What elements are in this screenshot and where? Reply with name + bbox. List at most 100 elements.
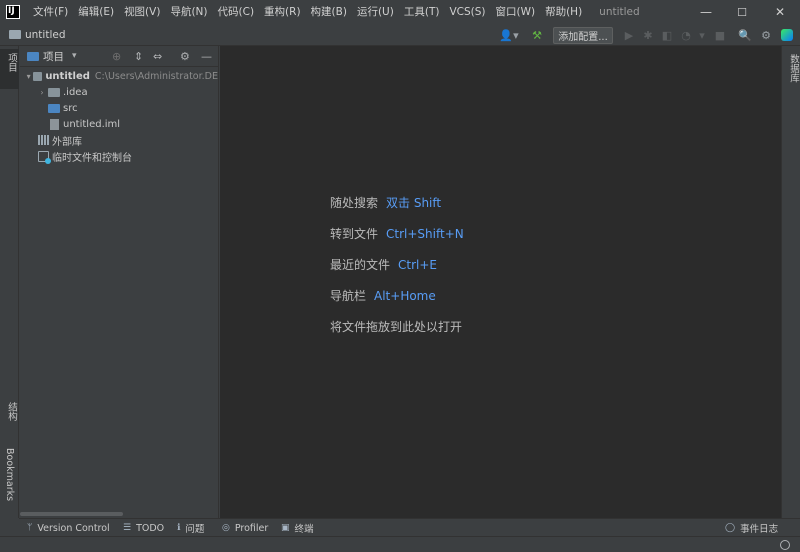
hint-label: 随处搜索	[330, 196, 379, 210]
view-dropdown-icon[interactable]: ▾	[72, 51, 77, 61]
menu-vcs[interactable]: VCS(S)	[444, 0, 490, 24]
stop-icon[interactable]: ■	[713, 24, 727, 46]
event-log-icon: ◯	[725, 523, 736, 533]
more-run-options-icon[interactable]: ▾	[697, 24, 707, 46]
menu-code[interactable]: 代码(C)	[213, 0, 260, 24]
menu-view[interactable]: 视图(V)	[119, 0, 165, 24]
intellij-logo-icon: IJ	[6, 5, 20, 19]
hint-shortcut: Ctrl+Shift+N	[386, 227, 464, 241]
source-folder-icon	[48, 103, 60, 113]
tree-scratches-label: 临时文件和控制台	[52, 152, 132, 164]
bottom-tool-bar: ᛘ Version Control ☰ TODO ℹ 问题 ◎ Profiler…	[19, 518, 800, 536]
settings-icon[interactable]: ⚙	[758, 24, 774, 46]
event-log-label: 事件日志	[740, 524, 779, 535]
menu-file[interactable]: 文件(F)	[28, 0, 73, 24]
left-tool-strip: 项目 结构 Bookmarks	[0, 46, 19, 518]
menu-tools[interactable]: 工具(T)	[399, 0, 445, 24]
maximize-button[interactable]: ☐	[724, 0, 760, 24]
tree-idea-label: .idea	[63, 86, 88, 98]
locate-file-icon[interactable]: ⊕	[112, 46, 121, 67]
tab-bookmarks-label: Bookmarks	[4, 448, 15, 502]
close-button[interactable]: ✕	[762, 0, 798, 24]
tree-item-iml[interactable]: untitled.iml	[20, 116, 218, 132]
iml-file-icon	[50, 118, 59, 130]
version-control-button[interactable]: ᛘ Version Control	[27, 519, 110, 537]
editor-empty-area[interactable]: 随处搜索 双击 Shift 转到文件 Ctrl+Shift+N 最近的文件 Ctrl+…	[220, 46, 781, 518]
hint-navigation-bar: 导航栏 Alt+Home	[330, 287, 436, 304]
tab-bookmarks[interactable]: Bookmarks	[0, 444, 19, 510]
terminal-label: 终端	[294, 524, 314, 535]
profile-icon[interactable]: ◔	[679, 24, 693, 46]
expand-all-icon[interactable]: ⇕	[134, 46, 143, 67]
window-title: untitled	[599, 6, 640, 18]
coverage-icon[interactable]: ◧	[660, 24, 674, 46]
collapse-all-icon[interactable]: ⇔	[153, 46, 162, 67]
tab-project[interactable]: 项目	[0, 49, 19, 89]
menu-build[interactable]: 构建(B)	[306, 0, 352, 24]
tree-src-label: src	[63, 102, 78, 114]
todo-button[interactable]: ☰ TODO	[123, 519, 164, 537]
minimize-button[interactable]: —	[688, 0, 724, 24]
expanded-arrow-icon[interactable]: ▾	[24, 72, 33, 81]
project-tree: ▾ untitled C:\Users\Administrator.DE › .…	[20, 67, 218, 164]
tree-iml-label: untitled.iml	[63, 118, 121, 130]
project-view-icon	[27, 51, 39, 61]
tab-database[interactable]: 数据库	[782, 50, 800, 96]
menu-window[interactable]: 窗口(W)	[491, 0, 541, 24]
tree-item-external-libraries[interactable]: 外部库	[20, 132, 218, 148]
project-panel: 项目 ▾ ⊕ ⇕ ⇔ ⚙ — ▾ untitled C:\Users\Admin…	[20, 46, 219, 518]
info-icon: ℹ	[177, 523, 181, 533]
debug-icon[interactable]: ✱	[641, 24, 655, 46]
hint-label: 转到文件	[330, 227, 379, 241]
folder-icon	[48, 87, 60, 97]
project-folder-icon	[9, 30, 21, 39]
tab-database-label: 数据库	[788, 54, 799, 83]
hide-panel-icon[interactable]: —	[201, 46, 212, 67]
tree-root-path: C:\Users\Administrator.DE	[94, 70, 218, 82]
background-tasks-icon[interactable]	[780, 540, 790, 550]
horizontal-scrollbar[interactable]	[20, 512, 123, 516]
profiler-icon: ◎	[222, 523, 230, 533]
branch-icon: ᛘ	[27, 523, 33, 533]
breadcrumb-project[interactable]: untitled	[25, 29, 66, 41]
tab-structure[interactable]: 结构	[0, 398, 19, 438]
todo-label: TODO	[136, 522, 165, 534]
code-with-me-icon[interactable]	[781, 29, 793, 41]
collapsed-arrow-icon[interactable]: ›	[36, 88, 48, 97]
user-account-icon[interactable]: 👤▾	[497, 24, 521, 46]
tree-item-root[interactable]: ▾ untitled C:\Users\Administrator.DE	[20, 68, 218, 84]
tree-item-idea[interactable]: › .idea	[20, 84, 218, 100]
terminal-icon: ▣	[281, 523, 290, 533]
project-panel-header: 项目 ▾ ⊕ ⇕ ⇔ ⚙ —	[20, 46, 218, 67]
search-everywhere-icon[interactable]: 🔍	[737, 24, 753, 46]
menu-edit[interactable]: 编辑(E)	[73, 0, 119, 24]
hint-shortcut: Ctrl+E	[398, 258, 438, 272]
module-folder-icon	[33, 71, 43, 81]
hint-search-everywhere: 随处搜索 双击 Shift	[330, 194, 441, 211]
hint-shortcut: 双击 Shift	[386, 196, 442, 210]
menu-help[interactable]: 帮助(H)	[540, 0, 587, 24]
profiler-button[interactable]: ◎ Profiler	[222, 519, 268, 537]
library-icon	[38, 135, 49, 145]
right-tool-strip: 数据库	[781, 46, 800, 518]
menu-run[interactable]: 运行(U)	[352, 0, 399, 24]
event-log-button[interactable]: ◯ 事件日志	[725, 519, 778, 537]
hint-label: 最近的文件	[330, 258, 391, 272]
project-panel-title[interactable]: 项目	[43, 49, 64, 64]
problems-button[interactable]: ℹ 问题	[177, 519, 204, 537]
menu-navigate[interactable]: 导航(N)	[165, 0, 212, 24]
menu-refactor[interactable]: 重构(R)	[259, 0, 306, 24]
tree-item-src[interactable]: src	[20, 100, 218, 116]
build-hammer-icon[interactable]: ⚒	[528, 24, 546, 46]
hint-label: 导航栏	[330, 289, 367, 303]
tree-root-label: untitled	[45, 70, 90, 82]
version-control-label: Version Control	[37, 522, 110, 534]
gear-icon[interactable]: ⚙	[180, 46, 190, 67]
add-configuration-button[interactable]: 添加配置...	[553, 27, 613, 44]
hint-shortcut: Alt+Home	[374, 289, 436, 303]
profiler-label: Profiler	[234, 522, 269, 534]
tab-project-label: 项目	[6, 53, 17, 72]
terminal-button[interactable]: ▣ 终端	[281, 519, 314, 537]
tree-item-scratches[interactable]: 临时文件和控制台	[20, 148, 218, 164]
run-icon[interactable]: ▶	[622, 24, 636, 46]
